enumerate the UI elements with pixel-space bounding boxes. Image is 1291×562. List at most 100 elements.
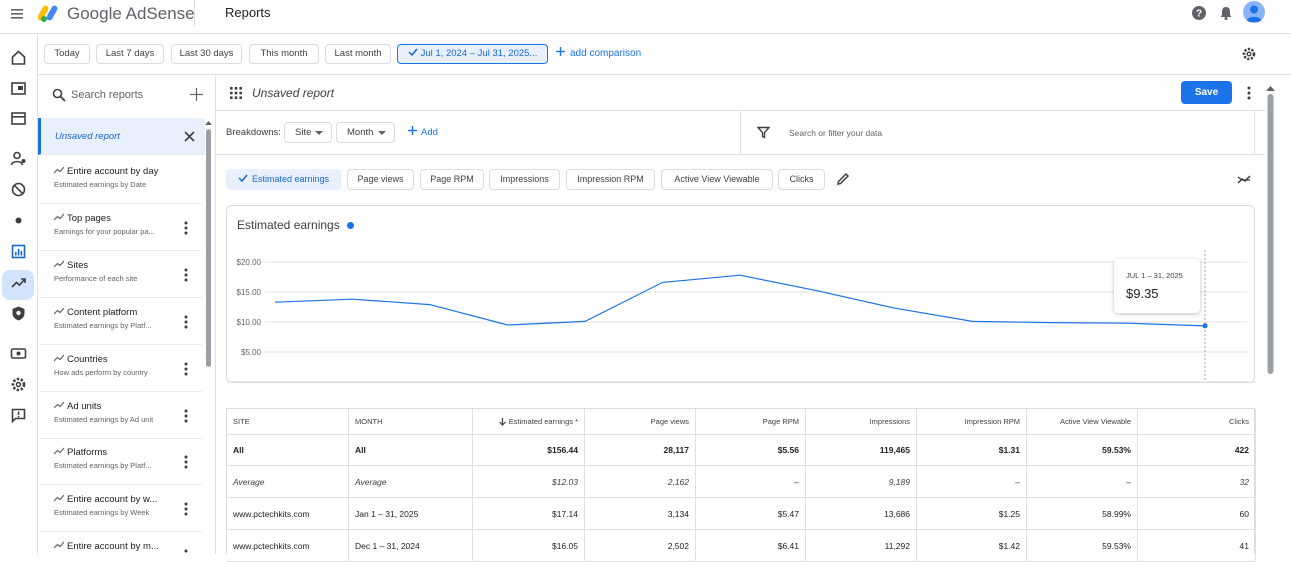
saved-reports-panel: Search reports Unsaved report Entire acc…	[38, 75, 216, 554]
custom-date-range-button[interactable]: Jul 1, 2024 – Jul 31, 2025...	[397, 44, 548, 64]
more-vert-icon[interactable]	[184, 315, 188, 329]
earnings-chart-card: Estimated earnings $20.00 $15.00 $10.00 $5.…	[226, 205, 1256, 384]
add-plus-icon	[408, 126, 417, 135]
notifications-bell-icon[interactable]	[1217, 4, 1235, 22]
blocking-controls-icon[interactable]	[10, 181, 27, 198]
table-row[interactable]: www.pctechkits.com Jan 1 – 31, 2025 $17.14…	[227, 498, 1256, 530]
report-description: Estimated earnings by Date	[54, 180, 147, 189]
account-settings-icon[interactable]	[10, 150, 27, 167]
dot-icon[interactable]	[10, 212, 27, 229]
apps-grid-icon[interactable]	[230, 87, 242, 99]
table-cell: $5.47	[696, 498, 806, 529]
report-item-entire-account-by-week[interactable]: Entire account by w... Estimated earning…	[40, 486, 202, 532]
report-name: Entire account by day	[54, 166, 158, 177]
preset-this-month-button[interactable]: This month	[249, 44, 319, 64]
main-scrollbar[interactable]	[1266, 86, 1275, 554]
column-header[interactable]: Estimated earnings *	[473, 409, 585, 434]
hamburger-menu-icon[interactable]	[10, 6, 26, 22]
report-name: Top pages	[54, 213, 111, 224]
filter-search-input[interactable]: Search or filter your data	[789, 128, 882, 138]
more-vert-icon[interactable]	[184, 502, 188, 516]
report-title[interactable]: Unsaved report	[252, 86, 334, 100]
report-item-entire-account-by-month[interactable]: Entire account by m...	[40, 533, 202, 554]
report-list-scrollbar[interactable]	[205, 121, 212, 553]
report-search-row: Search reports	[38, 75, 215, 117]
column-header[interactable]: Impression RPM	[917, 409, 1027, 434]
report-item-sites[interactable]: Sites Performance of each site	[40, 252, 202, 298]
report-trend-icon	[54, 354, 64, 362]
ads-icon[interactable]	[10, 110, 27, 127]
report-item-entire-account-by-day[interactable]: Entire account by day Estimated earnings…	[40, 158, 202, 204]
report-trend-icon	[54, 307, 64, 315]
trending-optimization-icon[interactable]	[10, 274, 27, 291]
report-item-countries[interactable]: Countries How ads perform by country	[40, 346, 202, 392]
more-vert-icon[interactable]	[184, 221, 188, 235]
add-plus-icon	[556, 47, 565, 56]
column-header[interactable]: MONTH	[349, 409, 473, 434]
navigation-rail	[0, 34, 38, 554]
preset-last-7-days-button[interactable]: Last 7 days	[96, 44, 164, 64]
edit-pencil-icon[interactable]	[836, 172, 850, 186]
more-vert-icon[interactable]	[184, 455, 188, 469]
table-cell: All	[349, 435, 473, 465]
preset-last-month-button[interactable]: Last month	[325, 44, 391, 64]
sites-icon[interactable]	[10, 80, 27, 97]
more-vert-icon[interactable]	[184, 549, 188, 554]
reports-icon[interactable]	[10, 243, 27, 260]
new-report-plus-icon[interactable]	[190, 88, 203, 101]
table-row[interactable]: All All $156.44 28,117 $5.56 119,465 $1.31 59.5…	[227, 435, 1256, 466]
report-item-content-platform[interactable]: Content platform Estimated earnings by P…	[40, 299, 202, 345]
table-cell: Average	[349, 466, 473, 497]
add-comparison-link[interactable]: add comparison	[556, 47, 641, 59]
date-range-bar: Today Last 7 days Last 30 days This mont…	[38, 34, 1291, 75]
metric-chip-estimated-earnings[interactable]: Estimated earnings	[226, 169, 341, 190]
metric-chip-impression-rpm[interactable]: Impression RPM	[566, 169, 655, 190]
settings-gear-icon[interactable]	[10, 376, 27, 393]
report-item-unsaved[interactable]: Unsaved report	[38, 118, 205, 155]
more-vert-icon[interactable]	[1247, 86, 1251, 100]
table-cell: –	[696, 466, 806, 497]
metric-chip-page-views[interactable]: Page views	[347, 169, 414, 190]
close-icon[interactable]	[183, 130, 196, 143]
table-cell: 59.53%	[1027, 530, 1138, 561]
column-header[interactable]: Active View Viewable	[1027, 409, 1138, 434]
earnings-line-chart[interactable]: $20.00$15.00$10.00$5.00Jul 2024AugSepOct…	[227, 206, 1256, 384]
table-cell: $12.03	[473, 466, 585, 497]
feedback-icon[interactable]	[10, 407, 27, 424]
breakdown-month-dropdown[interactable]: Month	[336, 122, 395, 143]
table-row[interactable]: Average Average $12.03 2,162–9,189– –32	[227, 466, 1256, 498]
more-vert-icon[interactable]	[184, 409, 188, 423]
preset-last-30-days-button[interactable]: Last 30 days	[171, 44, 242, 64]
preset-today-button[interactable]: Today	[44, 44, 90, 64]
search-reports-input[interactable]: Search reports	[71, 89, 143, 101]
payments-icon[interactable]	[10, 345, 27, 362]
metric-chip-impressions[interactable]: Impressions	[489, 169, 560, 190]
column-header[interactable]: SITE	[227, 409, 349, 434]
table-cell: 32	[1138, 466, 1256, 497]
column-header[interactable]: Page RPM	[696, 409, 806, 434]
privacy-messaging-shield-icon[interactable]	[10, 305, 27, 322]
filter-funnel-icon	[757, 126, 770, 139]
more-vert-icon[interactable]	[184, 362, 188, 376]
report-settings-gear-icon[interactable]	[1241, 46, 1257, 62]
metric-chip-page-rpm[interactable]: Page RPM	[420, 169, 484, 190]
home-icon[interactable]	[10, 49, 27, 66]
metric-chip-active-view-viewable[interactable]: Active View Viewable	[661, 169, 773, 190]
metric-chip-clicks[interactable]: Clicks	[778, 169, 825, 190]
trend-comparison-icon[interactable]	[1237, 174, 1251, 184]
report-item-ad-units[interactable]: Ad units Estimated earnings by Ad unit	[40, 393, 202, 439]
report-item-top-pages[interactable]: Top pages Earnings for your popular pa..…	[40, 205, 202, 251]
save-button[interactable]: Save	[1181, 81, 1232, 104]
account-avatar[interactable]	[1243, 1, 1265, 23]
column-header[interactable]: Impressions	[806, 409, 917, 434]
report-item-platforms[interactable]: Platforms Estimated earnings by Platf...	[40, 439, 202, 485]
add-breakdown-button[interactable]: Add	[408, 126, 438, 138]
table-cell: $156.44	[473, 435, 585, 465]
column-header[interactable]: Page views	[585, 409, 696, 434]
breakdowns-label: Breakdowns:	[226, 127, 281, 138]
column-header[interactable]: Clicks	[1138, 409, 1256, 434]
more-vert-icon[interactable]	[184, 268, 188, 282]
table-row[interactable]: www.pctechkits.com Dec 1 – 31, 2024 $16.05…	[227, 530, 1256, 562]
help-icon[interactable]: ?	[1190, 4, 1208, 22]
breakdown-site-dropdown[interactable]: Site	[284, 122, 332, 143]
